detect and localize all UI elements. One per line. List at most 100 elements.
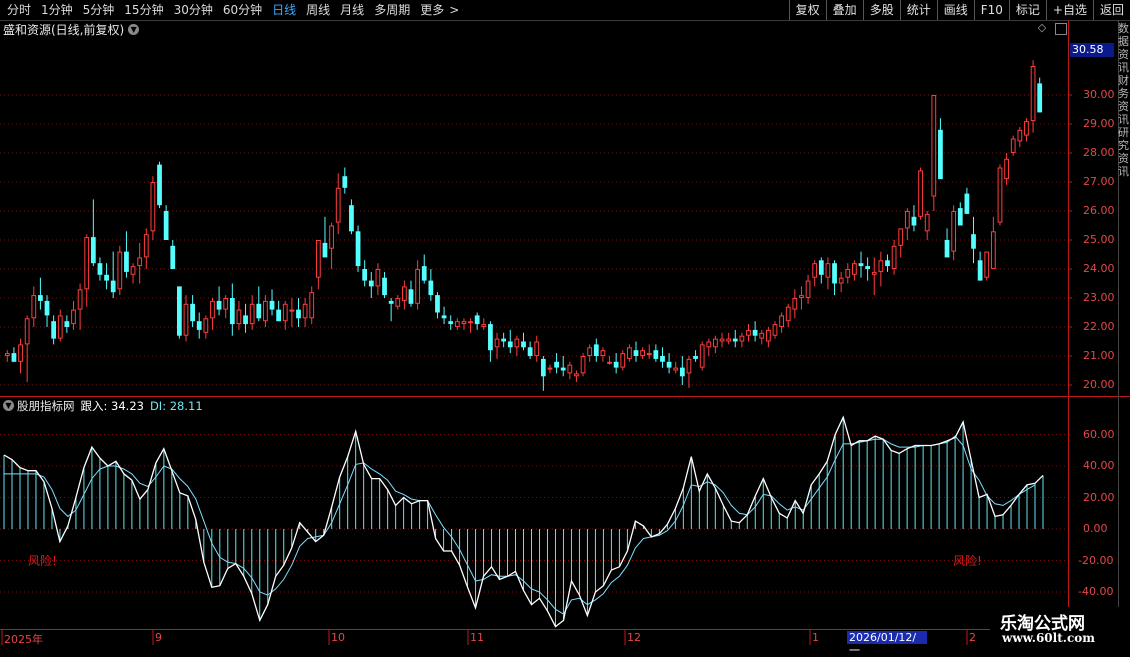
price-axis-label: 29.00 xyxy=(1083,117,1115,130)
candle-up xyxy=(574,373,579,377)
tool-button-2[interactable]: 多股 xyxy=(862,0,900,20)
candle-up xyxy=(772,324,778,336)
candle-up xyxy=(706,341,712,348)
tool-button-6[interactable]: 标记 xyxy=(1008,0,1046,20)
candle-up xyxy=(210,300,215,319)
period-toolbar: 分时 1分钟 5分钟 15分钟 30分钟 60分钟 日线 周线 月线 多周期 更多 > 复权 叠加 多股… xyxy=(0,0,1130,21)
candle-up xyxy=(534,341,540,356)
candle-up xyxy=(852,263,857,275)
candle-down xyxy=(666,361,672,368)
candle-up xyxy=(765,329,771,342)
current-price-tag: 30.58 xyxy=(1070,43,1114,57)
tool-button-4[interactable]: 画线 xyxy=(936,0,974,20)
candle-down xyxy=(818,260,824,275)
candle-down xyxy=(355,231,361,267)
tool-button-0[interactable]: 复权 xyxy=(788,0,826,20)
candle-up xyxy=(461,321,467,325)
candle-up xyxy=(587,347,593,356)
candle-up xyxy=(77,289,83,310)
indicator-name[interactable]: 股朋指标网 xyxy=(17,398,75,414)
candle-up xyxy=(249,303,255,325)
candle-up xyxy=(984,251,990,278)
side-info-strip[interactable]: 数据资讯财务资讯研究资讯 xyxy=(1118,22,1130,402)
indicator-menu-icon[interactable]: ▼ xyxy=(3,400,14,411)
tab-5[interactable]: 60分钟 xyxy=(218,0,267,20)
candle-up xyxy=(799,295,804,299)
candle-up xyxy=(713,338,718,348)
candle-down xyxy=(382,277,387,296)
candle-down xyxy=(229,298,235,325)
price-axis-label: 26.00 xyxy=(1083,204,1115,217)
candle-down xyxy=(435,295,440,313)
genru-value: 跟入: 34.23 xyxy=(80,398,144,413)
candle-up xyxy=(71,309,76,325)
tool-button-7[interactable]: +自选 xyxy=(1045,0,1093,20)
candle-down xyxy=(388,300,394,304)
candle-up xyxy=(785,306,791,322)
candle-up xyxy=(646,353,652,356)
tab-6[interactable]: 日线 xyxy=(267,0,301,20)
brand-url: www.60lt.com xyxy=(1002,631,1095,645)
candle-down xyxy=(157,164,162,206)
candle-up xyxy=(24,318,30,345)
price-axis-label: 25.00 xyxy=(1083,233,1115,246)
tab-2[interactable]: 5分钟 xyxy=(78,0,120,20)
chevron-down-icon[interactable]: ▼ xyxy=(128,23,140,35)
candle-down xyxy=(832,263,837,284)
tab-10[interactable]: 更多 xyxy=(415,0,449,20)
candle-up xyxy=(673,367,679,371)
candle-down xyxy=(507,341,513,348)
candle-up xyxy=(924,213,930,232)
tab-7[interactable]: 周线 xyxy=(301,0,335,20)
candle-down xyxy=(408,289,414,304)
candle-up xyxy=(309,292,315,319)
indicator-bars xyxy=(3,417,1044,627)
date-label: 1 xyxy=(812,631,819,644)
candle-up xyxy=(607,361,612,364)
candle-down xyxy=(342,176,348,188)
candle-up xyxy=(481,324,487,328)
tab-4[interactable]: 30分钟 xyxy=(169,0,218,20)
candle-down xyxy=(732,338,738,342)
diamond-icon[interactable]: ◇ xyxy=(1036,22,1048,34)
tool-button-5[interactable]: F10 xyxy=(973,0,1009,20)
candle-up xyxy=(1004,158,1009,180)
candle-down xyxy=(633,350,639,356)
candle-down xyxy=(540,358,546,377)
tab-9[interactable]: 多周期 xyxy=(369,0,415,20)
candle-down xyxy=(865,266,871,269)
candle-up xyxy=(57,315,63,339)
candle-up xyxy=(18,344,23,362)
tab-0[interactable]: 分时 xyxy=(2,0,36,20)
tab-1[interactable]: 1分钟 xyxy=(36,0,78,20)
price-axis-label: 24.00 xyxy=(1083,262,1115,275)
candle-down xyxy=(1037,83,1043,113)
candle-down xyxy=(368,280,374,287)
more-chevron-icon[interactable]: > xyxy=(449,0,464,20)
candle-up xyxy=(84,237,90,290)
candle-up xyxy=(898,228,904,246)
candle-down xyxy=(421,266,427,281)
candle-down xyxy=(190,303,195,322)
window-toggle-icon[interactable] xyxy=(1055,23,1067,35)
price-axis-label: 30.00 xyxy=(1083,88,1115,101)
candle-up xyxy=(627,347,632,359)
tool-button-1[interactable]: 叠加 xyxy=(825,0,863,20)
candle-down xyxy=(243,315,248,325)
tab-8[interactable]: 月线 xyxy=(335,0,369,20)
candle-up xyxy=(812,263,818,278)
candle-down xyxy=(256,303,262,319)
candle-up xyxy=(699,344,705,368)
candle-down xyxy=(44,300,50,316)
date-label: 12 xyxy=(627,631,641,644)
candle-up xyxy=(686,358,692,374)
candle-up xyxy=(719,338,725,342)
candle-down xyxy=(349,205,354,232)
candle-down xyxy=(124,251,129,272)
candle-down xyxy=(110,280,116,293)
tool-button-3[interactable]: 统计 xyxy=(899,0,937,20)
tool-button-8[interactable]: 返回 xyxy=(1092,0,1130,20)
candle-up xyxy=(263,300,268,322)
tab-3[interactable]: 15分钟 xyxy=(119,0,168,20)
period-tabs: 分时 1分钟 5分钟 15分钟 30分钟 60分钟 日线 周线 月线 多周期 更多 xyxy=(0,0,449,20)
